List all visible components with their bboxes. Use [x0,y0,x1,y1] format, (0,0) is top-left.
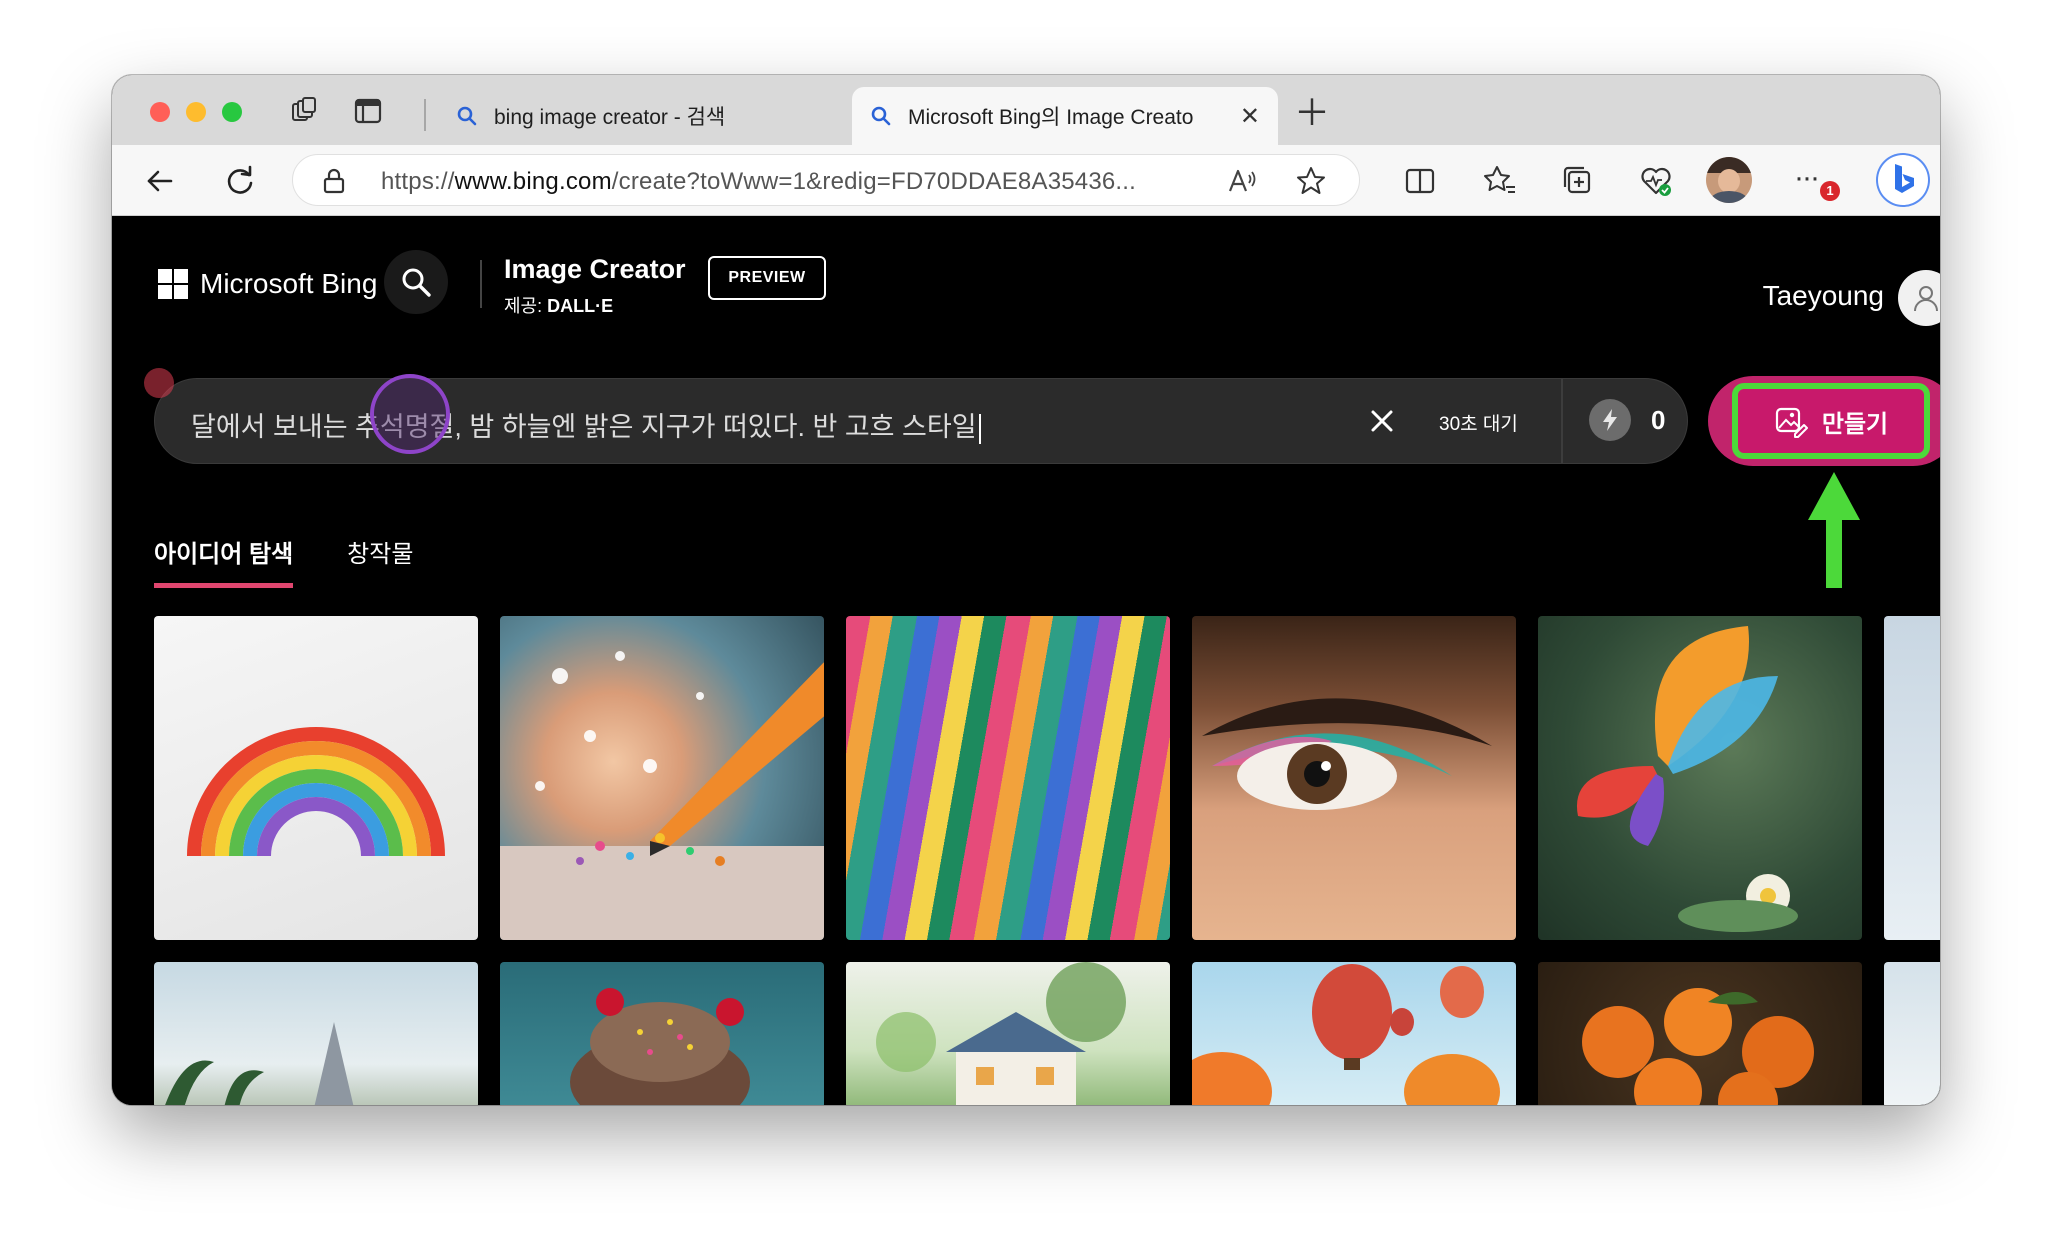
header-divider [480,260,482,308]
gallery-image-palm-beach[interactable] [154,962,478,1105]
workspaces-icon[interactable] [288,95,320,127]
watercolor-house-icon [876,962,1126,1105]
gallery-image-rainbow-butterfly[interactable] [1538,616,1862,940]
bing-logo-icon [1895,164,1914,193]
palm-beach-icon [165,1022,354,1105]
brand-name: Microsoft Bing [200,268,378,299]
preview-badge: PREVIEW [708,256,826,300]
tab-strip: bing image creator - 검색 ✕ Microsoft Bing… [112,75,1940,145]
minimize-window-button[interactable] [186,102,206,122]
gallery-image-hot-air-balloons[interactable] [1192,962,1516,1105]
product-title[interactable]: Image Creator [504,254,686,285]
tab-creations[interactable]: 창작물 [347,534,413,588]
create-button[interactable]: 만들기 [1732,383,1930,459]
tab-image-creator[interactable]: Microsoft Bing의 Image Creato ✕ [852,87,1278,145]
refresh-icon[interactable] [222,163,258,199]
search-favicon-icon [871,106,891,126]
split-screen-icon[interactable] [1402,163,1438,199]
lightning-bolt-icon [1603,409,1617,431]
notification-badge: 1 [1820,181,1840,201]
toolbar-divider [424,99,426,131]
boost-icon[interactable] [1589,399,1631,441]
pencil-sparkles-icon [500,651,824,940]
tab-close-icon[interactable]: ✕ [1240,102,1260,131]
bing-copilot-button[interactable] [1876,153,1930,207]
vertical-tabs-icon[interactable] [352,95,384,127]
gallery-image-rainbow[interactable] [154,616,478,940]
create-button-label: 만들기 [1821,410,1889,438]
search-favicon-icon [457,106,477,126]
search-button[interactable] [384,250,448,314]
gallery-image-partial[interactable] [1884,962,1940,1105]
wait-time-label: 30초 대기 [1439,414,1518,435]
rainbow-image-icon [187,727,445,857]
annotation-arrow-icon [1808,472,1860,588]
windows-logo-icon [158,269,188,299]
address-bar[interactable]: https://www.bing.com/create?toWww=1&redi… [292,154,1360,206]
oranges-icon [1582,988,1814,1105]
microsoft-bing-logo[interactable]: Microsoft Bing [158,268,377,300]
user-icon [1914,286,1938,312]
favorite-star-icon[interactable] [1295,165,1327,197]
image-create-icon [1775,407,1808,438]
click-indicator-ring [370,374,450,454]
lock-icon[interactable] [321,167,347,195]
search-icon [402,268,431,297]
gallery-image-pencil-sparkles[interactable] [500,616,824,940]
prompt-divider [1561,379,1563,463]
browser-essentials-icon[interactable] [1638,163,1674,199]
user-avatar[interactable] [1898,270,1940,326]
prompt-text[interactable]: 달에서 보내는 추석명절, 밤 하늘엔 밝은 지구가 떠있다. 반 고흐 스타일 [191,405,981,444]
gallery-image-partial[interactable] [1884,616,1940,940]
tab-title: Microsoft Bing의 Image Creato [908,106,1194,129]
settings-more-button[interactable]: ··· 1 [1792,161,1840,201]
zoom-window-button[interactable] [222,102,242,122]
tab-explore-ideas[interactable]: 아이디어 탐색 [154,534,294,588]
sundae-icon [570,988,750,1105]
gallery-image-oranges[interactable] [1538,962,1862,1105]
eye-makeup-icon [1202,698,1492,810]
address-toolbar: https://www.bing.com/create?toWww=1&redi… [112,145,1940,216]
gallery-image-eye-makeup[interactable] [1192,616,1516,940]
read-aloud-icon[interactable] [1227,167,1259,195]
clear-prompt-icon[interactable] [1368,407,1396,435]
product-subtitle: 제공: DALL·E [504,296,614,316]
hot-air-balloons-icon [1192,964,1500,1105]
bing-image-creator-page: Microsoft Bing Image Creator 제공: DALL·E … [112,216,1940,1105]
more-dots-icon: ··· [1794,161,1820,194]
butterfly-icon [1576,626,1798,932]
tab-title: bing image creator - 검색 [494,106,726,129]
new-tab-button[interactable]: ＋ [1294,95,1330,131]
back-arrow-icon[interactable] [142,163,178,199]
user-name[interactable]: Taeyoung [1763,280,1884,312]
section-tabs: 아이디어 탐색 창작물 [154,534,413,588]
gallery-image-color-ribbons[interactable] [846,616,1170,940]
click-indicator-dot [144,368,174,398]
text-caret [978,413,981,444]
profile-avatar[interactable] [1706,157,1752,203]
gallery-image-watercolor-house[interactable] [846,962,1170,1105]
boost-count: 0 [1651,405,1666,435]
url-text[interactable]: https://www.bing.com/create?toWww=1&redi… [381,168,1136,196]
browser-window: bing image creator - 검색 ✕ Microsoft Bing… [112,75,1940,1105]
gallery-image-sundae[interactable] [500,962,824,1105]
collections-icon[interactable] [1560,163,1596,199]
close-window-button[interactable] [150,102,170,122]
favorites-icon[interactable] [1482,163,1518,199]
